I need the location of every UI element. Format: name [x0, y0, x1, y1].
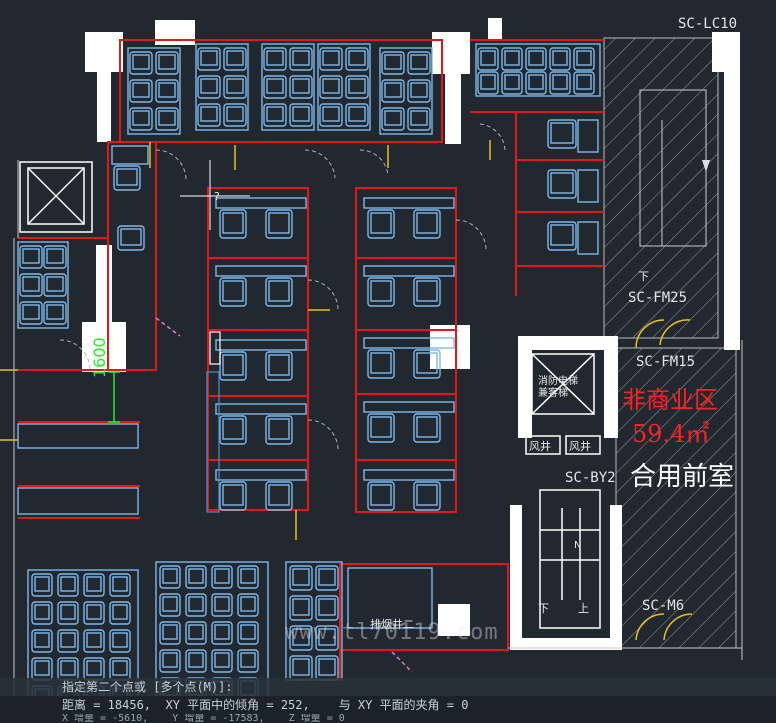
label-up: 上: [578, 602, 589, 615]
area-value: 59.4㎡: [632, 420, 710, 448]
command-result: 距离 = 18456, XY 平面中的倾角 = 252, 与 XY 平面的夹角 …: [0, 696, 776, 714]
label-sc-fm15: SC-FM15: [636, 354, 696, 370]
watermark: www.tl70119.com: [285, 620, 499, 645]
label-fan-well-1: 风井: [529, 440, 551, 453]
label-sc-lc10: SC-LC10: [678, 16, 738, 32]
label-elevator: 消防电梯 兼客梯: [538, 376, 578, 399]
command-partial: X 增量 = -5610, Y 增量 = -17583, Z 增量 = 0: [0, 714, 776, 723]
label-fan-well-2: 风井: [569, 440, 591, 453]
label-sc-fm25: SC-FM25: [628, 290, 688, 306]
area-subtitle: 合用前室: [630, 462, 735, 492]
label-sc-m6: SC-M6: [642, 598, 685, 614]
command-prompt[interactable]: 指定第二个点或 [多个点(M)]:: [0, 678, 776, 696]
label-question: ?: [214, 190, 220, 203]
dimension-value: 1600: [90, 337, 109, 378]
area-title: 非商业区: [622, 386, 718, 414]
label-north: N: [574, 540, 582, 551]
label-down-2: 下: [538, 602, 549, 615]
label-down-1: 下: [638, 270, 649, 283]
label-sc-by2: SC-BY2: [565, 470, 616, 486]
